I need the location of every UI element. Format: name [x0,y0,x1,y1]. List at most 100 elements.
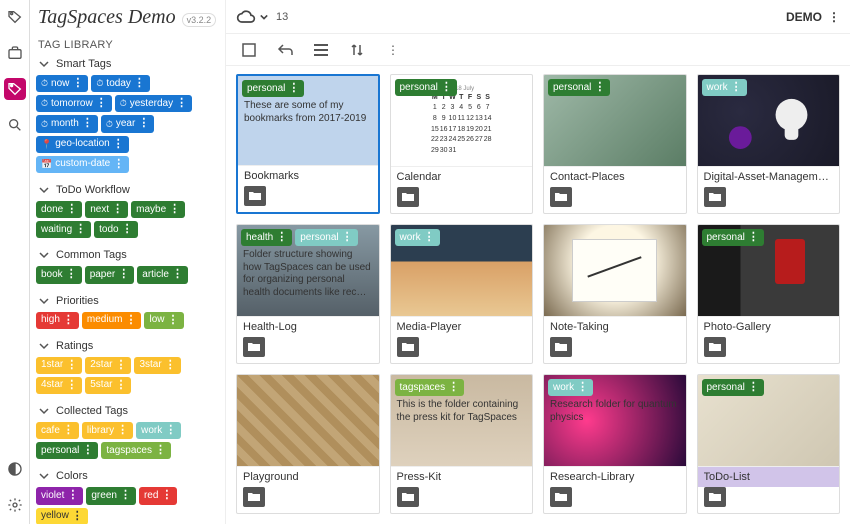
tag-chip[interactable]: personal⋮ [36,442,98,459]
tag-chip[interactable]: violet⋮ [36,487,83,504]
tag-group-header[interactable]: ToDo Workflow [36,181,219,199]
list-view-icon[interactable] [312,41,330,59]
tag-chip[interactable]: 2star⋮ [85,357,131,374]
user-label[interactable]: DEMO [786,10,822,24]
tag-icon[interactable] [4,6,26,28]
tag-chip[interactable]: personal⋮ [702,379,764,396]
tag-chip[interactable]: health⋮ [241,229,292,246]
card-footer: Contact-Places [544,166,686,187]
folder-card[interactable]: tagspaces⋮This is the folder containing … [390,374,534,514]
back-icon[interactable] [276,41,294,59]
tag-chip[interactable]: cafe⋮ [36,422,79,439]
folder-card[interactable]: Playground [236,374,380,514]
tag-group-header[interactable]: Common Tags [36,246,219,264]
tag-chip[interactable]: waiting⋮ [36,221,91,238]
tag-chip[interactable]: low⋮ [144,312,183,329]
tag-chip[interactable]: ⏱month⋮ [36,115,98,132]
folder-icon[interactable] [704,187,726,207]
select-all-checkbox[interactable] [240,41,258,59]
tag-chip[interactable]: 📅custom-date⋮ [36,156,129,173]
tag-chip[interactable]: tagspaces⋮ [101,442,171,459]
tag-group-name: ToDo Workflow [56,184,130,196]
tag-chip[interactable]: red⋮ [139,487,177,504]
tag-chip[interactable]: library⋮ [82,422,133,439]
tag-chip[interactable]: 5star⋮ [85,377,131,394]
tag-chip[interactable]: 📍geo-location⋮ [36,136,129,153]
user-menu-icon[interactable]: ⋮ [828,10,840,24]
tag-chip[interactable]: personal⋮ [395,79,457,96]
folder-icon[interactable] [550,337,572,357]
folder-card[interactable]: 2018 JulyMTWTFSS123456789101112131415161… [390,74,534,214]
briefcase-icon[interactable] [4,42,26,64]
search-icon[interactable] [4,114,26,136]
tag-chip[interactable]: personal⋮ [295,229,357,246]
folder-icon[interactable] [397,487,419,507]
tag-chip[interactable]: work⋮ [395,229,440,246]
tag-row: ⏱now⋮⏱today⋮ ⏱tomorrow⋮⏱yesterday⋮ ⏱month⋮… [36,73,219,177]
card-thumbnail: personal⋮ [698,225,840,316]
settings-icon[interactable] [4,494,26,516]
tag-chip[interactable]: personal⋮ [702,229,764,246]
tag-chip[interactable]: personal⋮ [548,79,610,96]
folder-card[interactable]: Note-Taking [543,224,687,364]
folder-card[interactable]: work⋮Research folder for quantum physics… [543,374,687,514]
tag-chip[interactable]: paper⋮ [85,266,135,283]
tag-chip[interactable]: work⋮ [702,79,747,96]
tag-chip[interactable]: yellow⋮ [36,508,88,524]
tag-group: Smart Tags ⏱now⋮⏱today⋮ ⏱tomorrow⋮⏱yesterd… [30,55,225,181]
price-tag-icon[interactable] [4,78,26,100]
folder-icon[interactable] [243,337,265,357]
folder-icon[interactable] [397,337,419,357]
tag-chip[interactable]: work⋮ [548,379,593,396]
tag-chip[interactable]: article⋮ [137,266,188,283]
folder-card[interactable]: personal⋮ Contact-Places [543,74,687,214]
sidebar: TagSpaces Demo v3.2.2 TAG LIBRARY Smart … [30,0,226,524]
folder-card[interactable]: personal⋮Photo-Gallery [697,224,841,364]
cloud-count: 13 [276,11,288,23]
tag-chip[interactable]: ⏱today⋮ [91,75,150,92]
tag-group-header[interactable]: Smart Tags [36,55,219,73]
tag-chip[interactable]: book⋮ [36,266,82,283]
tag-chip[interactable]: ⏱tomorrow⋮ [36,95,112,112]
tag-group-header[interactable]: Ratings [36,337,219,355]
tag-chip[interactable]: ⏱now⋮ [36,75,88,92]
tag-chip[interactable]: 3star⋮ [134,357,180,374]
folder-card[interactable]: personal⋮ToDo-List [697,374,841,514]
folder-icon[interactable] [244,186,266,206]
sort-icon[interactable] [348,41,366,59]
tag-chip[interactable]: todo⋮ [94,221,137,238]
tag-chip[interactable]: ⏱yesterday⋮ [115,95,192,112]
tag-chip[interactable]: done⋮ [36,201,82,218]
folder-icon[interactable] [550,487,572,507]
tag-chip[interactable]: next⋮ [85,201,128,218]
card-thumbnail [237,375,379,466]
card-name: Calendar [397,171,527,183]
more-icon[interactable]: ⋮ [384,41,402,59]
folder-card[interactable]: personal⋮These are some of my bookmarks … [236,74,380,214]
contrast-icon[interactable] [4,458,26,480]
tag-group-header[interactable]: Colors [36,467,219,485]
tag-chip[interactable]: work⋮ [136,422,181,439]
tag-chip[interactable]: maybe⋮ [131,201,185,218]
folder-icon[interactable] [704,487,726,507]
folder-icon[interactable] [397,187,419,207]
folder-icon[interactable] [704,337,726,357]
tag-chip[interactable]: high⋮ [36,312,79,329]
tag-chip[interactable]: medium⋮ [82,312,142,329]
folder-card[interactable]: work⋮Media-Player [390,224,534,364]
folder-card[interactable]: work⋮Digital-Asset-Management [697,74,841,214]
folder-card[interactable]: health⋮personal⋮Folder structure showing… [236,224,380,364]
folder-icon[interactable] [550,187,572,207]
tag-chip[interactable]: tagspaces⋮ [395,379,465,396]
tag-chip[interactable]: green⋮ [86,487,136,504]
tag-group-header[interactable]: Priorities [36,292,219,310]
tag-group-header[interactable]: Collected Tags [36,402,219,420]
folder-icon[interactable] [243,487,265,507]
tag-chip[interactable]: personal⋮ [242,80,304,97]
tag-chip[interactable]: 1star⋮ [36,357,82,374]
tag-chip[interactable]: ⏱year⋮ [101,115,154,132]
cloud-icon[interactable] [236,10,268,24]
card-thumbnail: health⋮personal⋮Folder structure showing… [237,225,379,316]
tag-chip[interactable]: 4star⋮ [36,377,82,394]
tag-row: cafe⋮library⋮work⋮ personal⋮tagspaces⋮ [36,420,219,463]
